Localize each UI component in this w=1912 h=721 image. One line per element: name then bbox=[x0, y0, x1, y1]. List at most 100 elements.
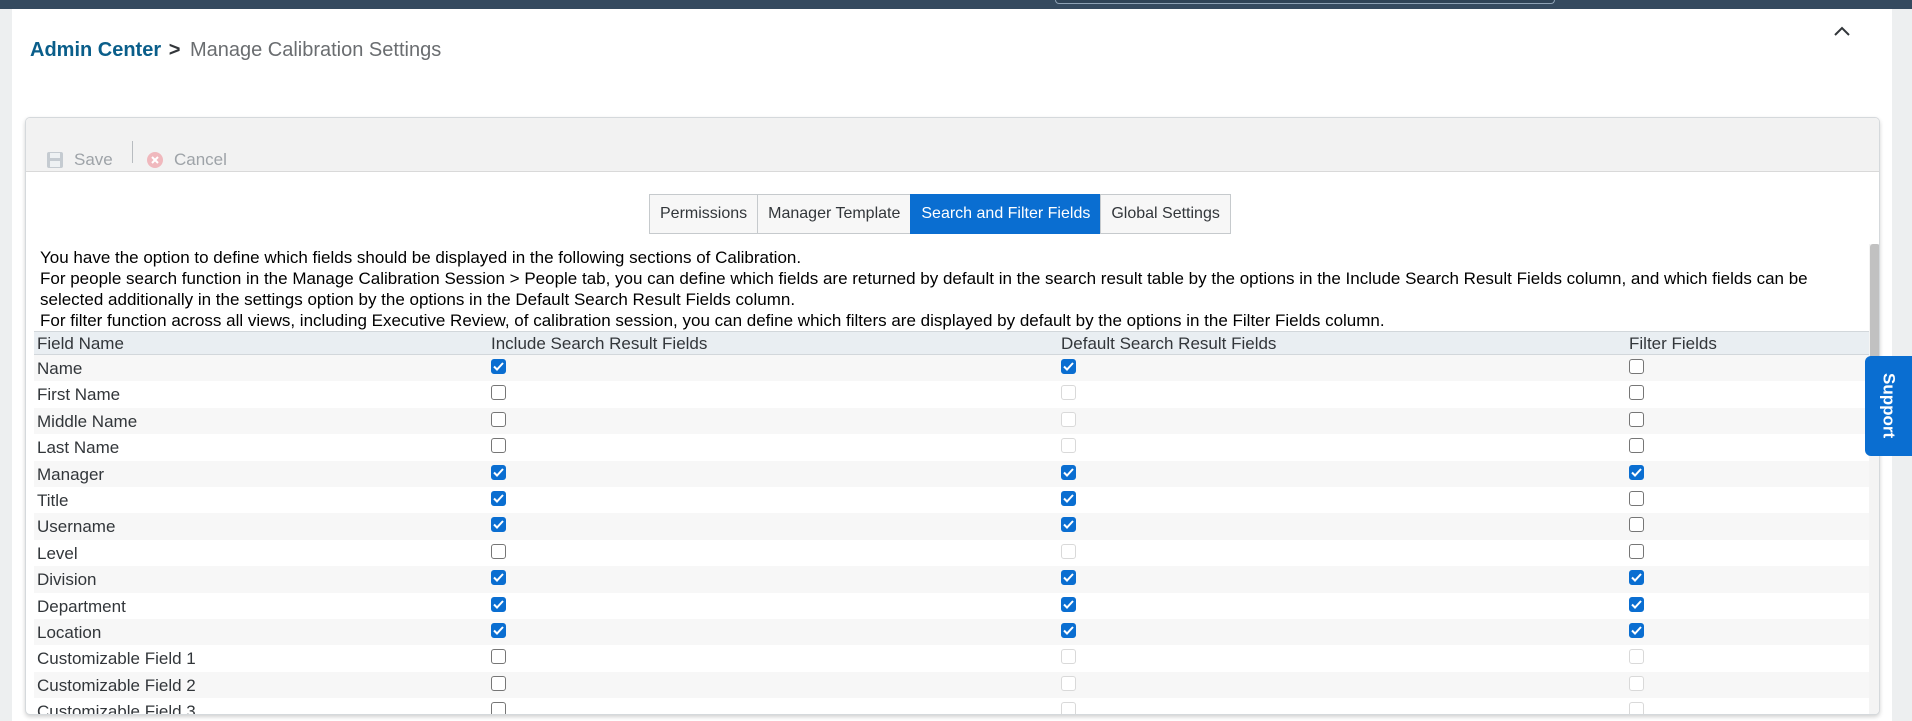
header-default-search-result-fields: Default Search Result Fields bbox=[1061, 334, 1277, 353]
global-search-input[interactable] bbox=[1055, 0, 1555, 4]
table-row: Department bbox=[34, 593, 1869, 619]
header-include-search-result-fields: Include Search Result Fields bbox=[491, 334, 708, 353]
settings-panel: Save Cancel Permissions Manager Template… bbox=[25, 117, 1880, 715]
field-name-cell: Last Name bbox=[37, 438, 120, 458]
shell-header-bar bbox=[0, 0, 1912, 9]
filter-checkbox[interactable] bbox=[1629, 385, 1644, 401]
include-checkbox[interactable] bbox=[491, 543, 506, 559]
vertical-scrollbar[interactable] bbox=[1869, 244, 1879, 714]
save-icon bbox=[46, 151, 64, 169]
filter-checkbox[interactable] bbox=[1629, 596, 1644, 612]
intro-text: You have the option to define which fiel… bbox=[40, 247, 1870, 331]
header-filter-fields: Filter Fields bbox=[1629, 334, 1717, 353]
default-checkbox[interactable] bbox=[1061, 359, 1076, 374]
field-name-cell: Location bbox=[37, 622, 102, 642]
table-row: First Name bbox=[34, 381, 1869, 407]
default-checkbox bbox=[1061, 702, 1076, 714]
default-checkbox[interactable] bbox=[1061, 570, 1076, 586]
tab-global-settings[interactable]: Global Settings bbox=[1100, 194, 1231, 234]
include-checkbox[interactable] bbox=[491, 464, 506, 480]
filter-checkbox[interactable] bbox=[1629, 359, 1644, 374]
filter-checkbox[interactable] bbox=[1629, 543, 1644, 559]
header-field-name: Field Name bbox=[37, 334, 124, 353]
filter-checkbox[interactable] bbox=[1629, 411, 1644, 427]
filter-checkbox bbox=[1629, 675, 1644, 691]
include-checkbox[interactable] bbox=[491, 385, 506, 401]
table-row: Manager bbox=[34, 460, 1869, 487]
page-title: Manage Calibration Settings bbox=[189, 39, 442, 61]
field-name-cell: First Name bbox=[37, 385, 121, 405]
table-row: Title bbox=[34, 487, 1869, 513]
default-checkbox[interactable] bbox=[1061, 490, 1076, 506]
table-row: Customizable Field 1 bbox=[34, 645, 1869, 671]
cancel-button-label: Cancel bbox=[174, 150, 227, 169]
table-row: Customizable Field 2 bbox=[34, 671, 1869, 699]
table-row: Last Name bbox=[34, 434, 1869, 460]
filter-checkbox[interactable] bbox=[1629, 464, 1644, 480]
include-checkbox[interactable] bbox=[491, 359, 506, 374]
chevron-up-icon[interactable] bbox=[1830, 19, 1854, 43]
filter-checkbox[interactable] bbox=[1629, 490, 1644, 506]
field-name-cell: Department bbox=[37, 596, 126, 616]
breadcrumb: Admin Center > Manage Calibration Settin… bbox=[30, 39, 441, 62]
tab-permissions[interactable]: Permissions bbox=[649, 194, 759, 234]
filter-checkbox[interactable] bbox=[1629, 570, 1644, 586]
include-checkbox[interactable] bbox=[491, 517, 506, 533]
include-checkbox[interactable] bbox=[491, 411, 506, 427]
include-checkbox[interactable] bbox=[491, 649, 506, 665]
default-checkbox[interactable] bbox=[1061, 464, 1076, 480]
filter-checkbox[interactable] bbox=[1629, 517, 1644, 533]
table-row: Username bbox=[34, 513, 1869, 540]
tab-search-and-filter-fields[interactable]: Search and Filter Fields bbox=[910, 194, 1102, 234]
include-checkbox[interactable] bbox=[491, 570, 506, 586]
settings-tabs: Permissions Manager Template Search and … bbox=[649, 194, 1231, 234]
intro-line-2: For people search function in the Manage… bbox=[40, 269, 1808, 309]
default-checkbox[interactable] bbox=[1061, 596, 1076, 612]
scrollbar-thumb[interactable] bbox=[1870, 244, 1879, 374]
table-row: Name bbox=[34, 355, 1869, 382]
default-checkbox bbox=[1061, 675, 1076, 691]
include-checkbox[interactable] bbox=[491, 622, 506, 638]
save-button[interactable]: Save bbox=[46, 148, 113, 172]
filter-checkbox[interactable] bbox=[1629, 438, 1644, 454]
include-checkbox[interactable] bbox=[491, 438, 506, 454]
fields-table: Field Name Include Search Result Fields … bbox=[34, 331, 1869, 715]
cancel-button[interactable]: Cancel bbox=[146, 148, 227, 172]
support-button[interactable]: Support bbox=[1865, 356, 1912, 456]
default-checkbox bbox=[1061, 649, 1076, 665]
default-checkbox bbox=[1061, 411, 1076, 427]
default-checkbox bbox=[1061, 543, 1076, 559]
table-row: Location bbox=[34, 618, 1869, 646]
include-checkbox[interactable] bbox=[491, 702, 506, 714]
field-name-cell: Customizable Field 2 bbox=[37, 675, 196, 695]
default-checkbox bbox=[1061, 385, 1076, 401]
include-checkbox[interactable] bbox=[491, 596, 506, 612]
default-checkbox[interactable] bbox=[1061, 517, 1076, 533]
cancel-icon bbox=[146, 151, 164, 169]
field-name-cell: Division bbox=[37, 570, 97, 590]
table-row: Customizable Field 3 bbox=[34, 698, 1869, 715]
default-checkbox bbox=[1061, 438, 1076, 454]
table-body: Name First Name Middle Name Last Name Manage… bbox=[34, 355, 1869, 715]
intro-line-3: For filter function across all views, in… bbox=[40, 311, 1385, 330]
table-header: Field Name Include Search Result Fields … bbox=[34, 331, 1869, 355]
filter-checkbox[interactable] bbox=[1629, 622, 1644, 638]
include-checkbox[interactable] bbox=[491, 490, 506, 506]
include-checkbox[interactable] bbox=[491, 675, 506, 691]
breadcrumb-admin-center-link[interactable]: Admin Center bbox=[30, 39, 161, 61]
toolbar: Save Cancel bbox=[26, 118, 1879, 172]
page-content: Admin Center > Manage Calibration Settin… bbox=[12, 9, 1892, 721]
table-row: Level bbox=[34, 540, 1869, 566]
default-checkbox[interactable] bbox=[1061, 622, 1076, 638]
toolbar-divider bbox=[132, 141, 133, 163]
field-name-cell: Level bbox=[37, 543, 78, 563]
filter-checkbox bbox=[1629, 702, 1644, 714]
tab-manager-template[interactable]: Manager Template bbox=[757, 194, 912, 234]
support-label: Support bbox=[1879, 373, 1899, 439]
field-name-cell: Username bbox=[37, 517, 116, 537]
field-name-cell: Middle Name bbox=[37, 411, 138, 431]
intro-line-1: You have the option to define which fiel… bbox=[40, 248, 802, 267]
breadcrumb-separator: > bbox=[168, 39, 181, 61]
field-name-cell: Customizable Field 3 bbox=[37, 702, 196, 715]
filter-checkbox bbox=[1629, 649, 1644, 665]
